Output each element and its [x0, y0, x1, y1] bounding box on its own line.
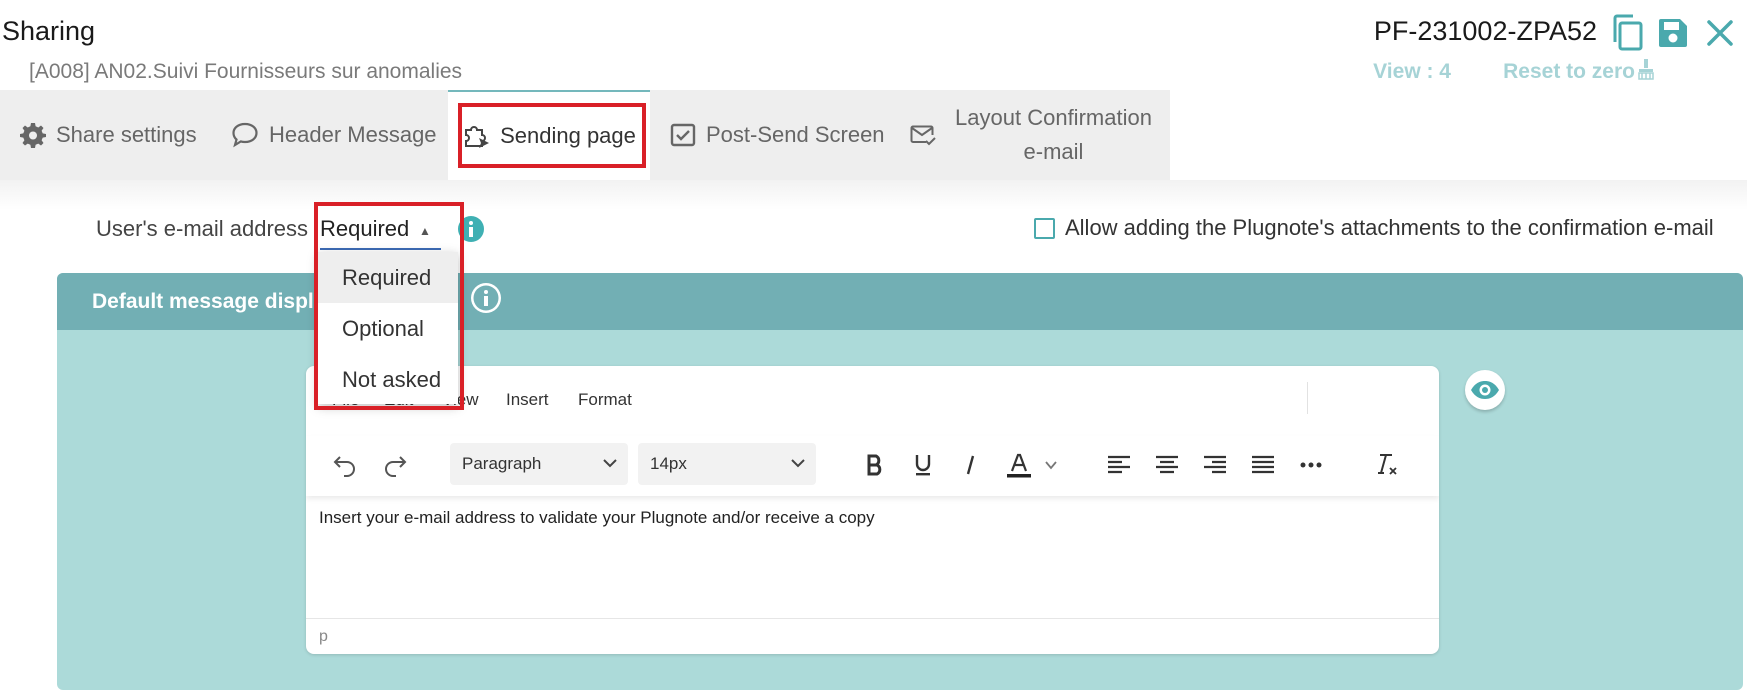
redo-icon[interactable] [378, 448, 412, 482]
undo-icon[interactable] [328, 448, 362, 482]
attachments-checkbox[interactable] [1034, 217, 1055, 239]
clear-formatting-icon[interactable] [1370, 448, 1404, 482]
speech-bubble-icon [232, 122, 258, 148]
tab-label: Sending page [500, 123, 636, 148]
checkbox-icon [670, 123, 696, 147]
editor-menubar: File Edit View Insert Format [306, 366, 1439, 436]
tab-layout-confirmation-email[interactable]: Layout Confirmation e-mail [910, 90, 1161, 180]
option-not-asked[interactable]: Not asked [318, 354, 458, 405]
panel-header: Default message displ [57, 273, 1743, 330]
bold-icon[interactable] [858, 448, 892, 482]
info-icon[interactable] [457, 215, 485, 248]
view-count: View : 4 [1373, 60, 1451, 83]
editor-toolbar: Paragraph 14px [306, 436, 1439, 496]
puzzle-send-icon [465, 126, 490, 148]
plugform-subtitle: [A008] AN02.Suivi Fournisseurs sur anoma… [29, 60, 463, 83]
more-options-icon[interactable] [1294, 448, 1328, 482]
tab-header-message[interactable]: Header Message [231, 90, 437, 180]
panel-title: Default message displ [92, 290, 314, 313]
caret-up-icon: ▲ [419, 224, 431, 238]
email-requirement-dropdown: Required Optional Not asked [318, 252, 458, 404]
tabs-shadow [0, 180, 1747, 210]
tab-label: Post-Send Screen [706, 122, 885, 147]
page-title: Sharing [2, 16, 96, 46]
text-color-icon[interactable] [1002, 448, 1036, 482]
block-format-value: Paragraph [462, 454, 542, 473]
align-left-icon[interactable] [1102, 448, 1136, 482]
plugnote-code: PF-231002-ZPA52 [1373, 16, 1597, 46]
tab-share-settings[interactable]: Share settings [20, 90, 197, 180]
gear-icon [20, 123, 46, 148]
chevron-down-icon [791, 459, 805, 468]
element-path[interactable]: p [319, 628, 328, 646]
option-required[interactable]: Required [318, 252, 458, 303]
attachments-option[interactable]: Allow adding the Plugnote's attachments … [1034, 215, 1714, 241]
copy-icon[interactable] [1609, 14, 1647, 52]
menubar-divider [1307, 382, 1308, 414]
info-icon[interactable] [470, 282, 502, 319]
option-optional[interactable]: Optional [318, 303, 458, 354]
italic-icon[interactable] [954, 448, 988, 482]
reset-to-zero-button[interactable]: Reset to zero [1503, 60, 1635, 84]
menu-insert[interactable]: Insert [506, 390, 549, 410]
justify-icon[interactable] [1246, 448, 1280, 482]
chevron-down-icon [603, 459, 617, 468]
email-requirement-select[interactable]: Required ▲ [320, 212, 441, 250]
tab-label: Share settings [56, 122, 197, 147]
broom-icon[interactable] [1637, 58, 1655, 85]
attachments-label: Allow adding the Plugnote's attachments … [1065, 215, 1714, 240]
tab-post-send-screen[interactable]: Post-Send Screen [670, 90, 885, 180]
rich-text-editor: File Edit View Insert Format Paragraph 1… [306, 366, 1439, 654]
align-right-icon[interactable] [1198, 448, 1232, 482]
font-size-select[interactable]: 14px [638, 443, 816, 485]
editor-content[interactable]: Insert your e-mail address to validate y… [319, 508, 875, 528]
tab-label: Layout Confirmation e-mail [955, 105, 1152, 164]
underline-icon[interactable] [906, 448, 940, 482]
header-actions: PF-231002-ZPA52 View : 4 Reset to zero [1327, 0, 1747, 90]
chevron-down-icon[interactable] [1040, 448, 1062, 482]
close-icon[interactable] [1701, 14, 1739, 52]
block-format-select[interactable]: Paragraph [450, 443, 628, 485]
email-address-label: User's e-mail address [96, 216, 309, 241]
tab-label: Header Message [269, 122, 437, 147]
menu-format[interactable]: Format [578, 390, 632, 410]
font-size-value: 14px [650, 454, 687, 473]
tabs-bar: Share settings Header Message Sending pa… [0, 90, 1170, 180]
tab-sending-page[interactable]: Sending page [448, 90, 650, 180]
editor-status-bar: p [306, 618, 1439, 654]
save-icon[interactable] [1654, 14, 1692, 52]
envelope-check-icon [910, 125, 936, 146]
preview-eye-icon[interactable] [1465, 370, 1505, 410]
align-center-icon[interactable] [1150, 448, 1184, 482]
email-requirement-value: Required [320, 216, 410, 241]
